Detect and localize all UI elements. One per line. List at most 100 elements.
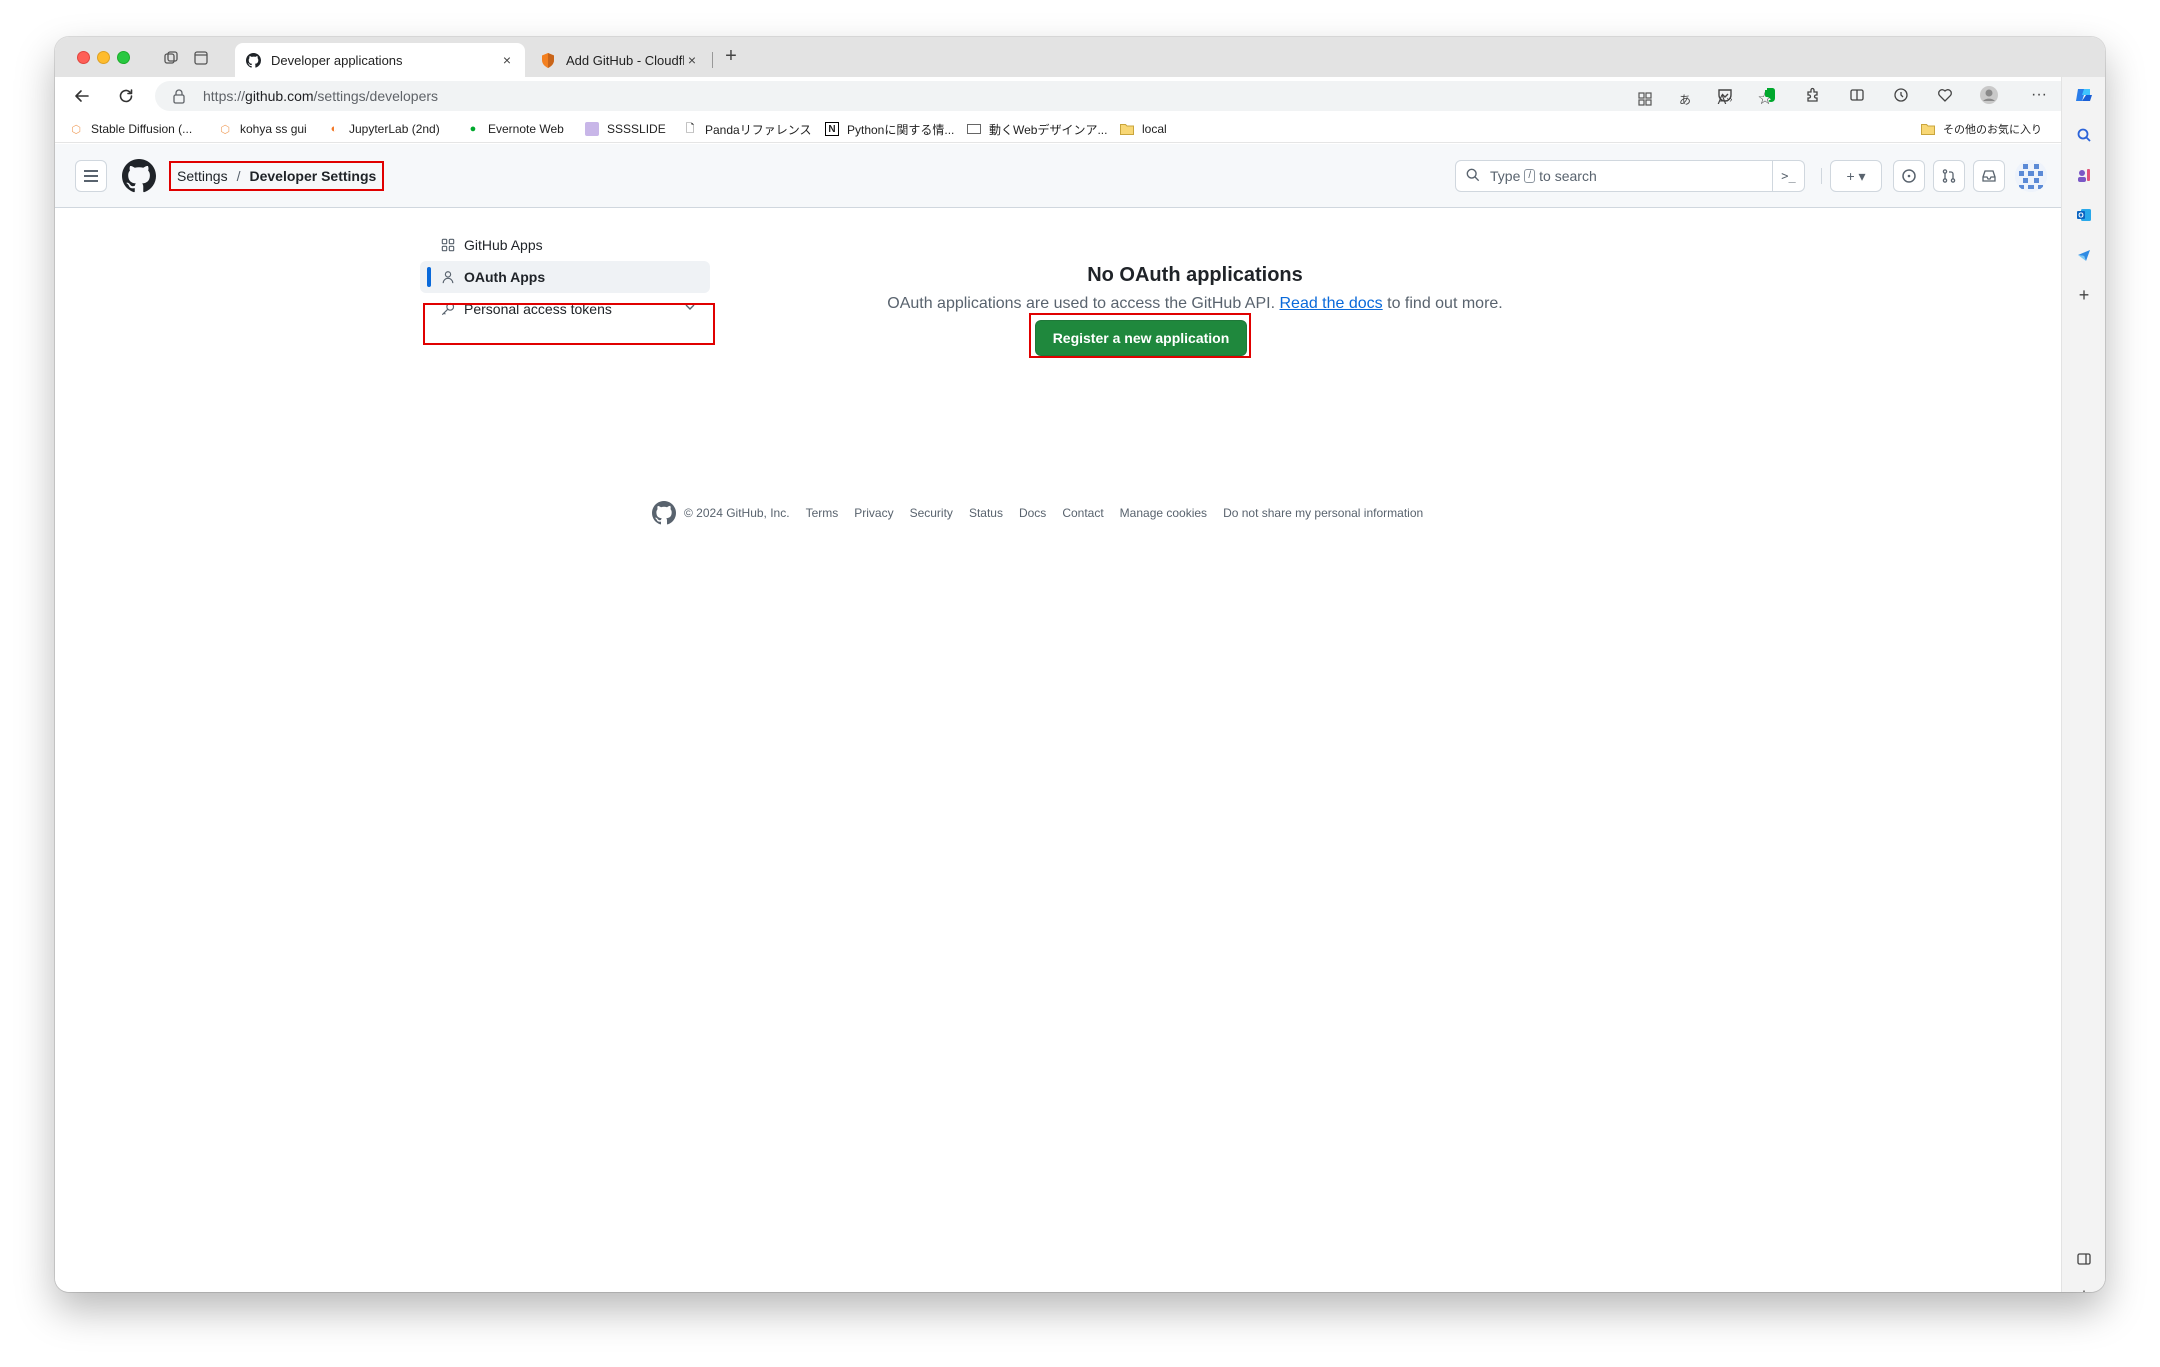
search-input[interactable]: Type / to search >_ [1455, 160, 1805, 192]
reload-button[interactable] [113, 83, 139, 109]
drop-icon[interactable] [2074, 245, 2094, 265]
nav-github-apps[interactable]: GitHub Apps [420, 229, 710, 261]
bookmark-python-info[interactable]: N Pythonに関する情... [825, 120, 954, 138]
command-palette-icon[interactable]: >_ [1772, 161, 1804, 191]
search-icon[interactable] [2074, 125, 2094, 145]
cube-icon: ⬡ [71, 123, 81, 136]
tab-actions-icon[interactable] [191, 48, 211, 68]
evernote-extension-icon[interactable] [1759, 85, 1779, 105]
tab-title: Add GitHub - Cloudflare One [566, 52, 684, 68]
pull-requests-icon[interactable] [1933, 160, 1965, 192]
notion-icon: N [825, 122, 839, 136]
footer-link-privacy[interactable]: Privacy [854, 506, 893, 520]
avatar[interactable] [2015, 160, 2047, 192]
maximize-window-button[interactable] [117, 51, 130, 64]
sidebar-settings-gear-icon[interactable] [2074, 1287, 2094, 1292]
translate-icon[interactable]: あ [1675, 89, 1695, 109]
footer-link-status[interactable]: Status [969, 506, 1003, 520]
browser-window: Developer applications × Add GitHub - Cl… [55, 37, 2105, 1292]
github-page: Settings / Developer Settings Type / to … [55, 144, 2061, 1292]
bookmark-stable-diffusion[interactable]: ⬡ Stable Diffusion (... [69, 120, 192, 138]
cloudflare-shield-icon [540, 52, 556, 68]
header-divider [1821, 168, 1822, 184]
inbox-icon[interactable] [1973, 160, 2005, 192]
url-text[interactable]: https://github.com/settings/developers [203, 88, 438, 104]
footer-link-terms[interactable]: Terms [806, 506, 839, 520]
bookmark-local-folder[interactable]: local [1120, 120, 1167, 138]
bookmark-jupyterlab[interactable]: ◐ JupyterLab (2nd) [327, 120, 440, 138]
chevron-down-icon[interactable] [684, 301, 696, 316]
pocket-icon[interactable] [1715, 85, 1735, 105]
site-icon [967, 124, 981, 134]
close-window-button[interactable] [77, 51, 90, 64]
breadcrumb-developer-settings[interactable]: Developer Settings [249, 168, 376, 184]
bookmark-web-design[interactable]: 動くWebデザインア... [967, 120, 1107, 138]
hide-sidebar-icon[interactable] [2074, 1249, 2094, 1269]
bookmarks-bar: ⬡ Stable Diffusion (... ⬡ kohya ss gui ◐ Ju… [55, 115, 2061, 143]
tab-strip: Developer applications × Add GitHub - Cl… [55, 37, 2105, 77]
tab-divider [712, 52, 713, 68]
history-icon[interactable] [1891, 85, 1911, 105]
nav-oauth-apps[interactable]: OAuth Apps [420, 261, 710, 293]
create-new-button[interactable]: + ▾ [1830, 160, 1882, 192]
tab-add-github-cloudflare[interactable]: Add GitHub - Cloudflare One × [530, 43, 710, 77]
github-header: Settings / Developer Settings Type / to … [55, 144, 2061, 208]
workspaces-icon[interactable] [161, 48, 181, 68]
issues-icon[interactable] [1893, 160, 1925, 192]
copilot-icon[interactable] [2074, 85, 2094, 105]
empty-state-description: OAuth applications are used to access th… [887, 295, 1503, 312]
bookmark-kohya-ss-gui[interactable]: ⬡ kohya ss gui [218, 120, 307, 138]
bookmark-ssssslide[interactable]: SSSSLIDE [585, 120, 666, 138]
breadcrumb-settings-link[interactable]: Settings [177, 168, 228, 184]
nav-personal-access-tokens[interactable]: Personal access tokens [420, 293, 710, 325]
cube-icon: ⬡ [220, 123, 230, 136]
footer: © 2024 GitHub, Inc. Terms Privacy Securi… [652, 500, 1423, 526]
evernote-icon: ● [469, 123, 477, 135]
bookmark-evernote-web[interactable]: ● Evernote Web [466, 120, 564, 138]
footer-link-do-not-share[interactable]: Do not share my personal information [1223, 506, 1423, 520]
slide-icon [585, 122, 599, 136]
more-menu-icon[interactable]: ··· [2029, 85, 2049, 105]
footer-link-security[interactable]: Security [910, 506, 953, 520]
add-sidebar-app-icon[interactable]: + [2074, 285, 2094, 305]
footer-link-contact[interactable]: Contact [1062, 506, 1103, 520]
lock-icon[interactable] [172, 88, 188, 104]
github-logo-icon[interactable] [122, 159, 156, 193]
new-tab-button[interactable]: + [720, 46, 742, 68]
github-footer-logo-icon[interactable] [652, 501, 676, 525]
app-available-icon[interactable] [1635, 89, 1655, 109]
developer-settings-nav: GitHub Apps OAuth Apps Personal access t… [420, 229, 710, 325]
page-icon: 🗋 [685, 122, 695, 135]
empty-state-heading: No OAuth applications [1087, 264, 1303, 286]
read-the-docs-link[interactable]: Read the docs [1279, 295, 1382, 312]
address-bar[interactable]: https://github.com/settings/developers あ… [155, 81, 2090, 111]
register-new-application-button[interactable]: Register a new application [1035, 320, 1247, 356]
bookmark-pandas-reference[interactable]: 🗋 Pandaリファレンス [683, 120, 812, 138]
breadcrumb: Settings / Developer Settings [169, 161, 385, 191]
navigation-bar: https://github.com/settings/developers あ… [55, 77, 2105, 115]
extensions-puzzle-icon[interactable] [1803, 85, 1823, 105]
key-icon [440, 301, 456, 317]
profile-icon[interactable] [1979, 85, 1999, 105]
menu-hamburger-icon[interactable] [75, 160, 107, 192]
slash-key-hint: / [1524, 169, 1536, 183]
folder-icon [1921, 122, 1935, 136]
empty-state: No OAuth applications OAuth applications… [815, 264, 1575, 313]
split-screen-icon[interactable] [1847, 85, 1867, 105]
tools-icon[interactable] [2074, 165, 2094, 185]
jupyter-icon: ◐ [330, 123, 338, 135]
svg-text:O: O [2078, 213, 2084, 220]
tab-developer-applications[interactable]: Developer applications × [235, 43, 525, 77]
close-tab-icon[interactable]: × [499, 52, 515, 68]
outlook-icon[interactable]: O [2074, 205, 2094, 225]
footer-link-manage-cookies[interactable]: Manage cookies [1120, 506, 1207, 520]
github-favicon-icon [245, 52, 261, 68]
apps-icon [440, 237, 456, 253]
close-tab-icon[interactable]: × [684, 52, 700, 68]
back-button[interactable] [69, 83, 95, 109]
minimize-window-button[interactable] [97, 51, 110, 64]
performance-heart-icon[interactable] [1935, 85, 1955, 105]
footer-link-docs[interactable]: Docs [1019, 506, 1046, 520]
breadcrumb-separator: / [236, 168, 241, 184]
other-favorites-folder[interactable]: その他のお気に入り [1921, 120, 2042, 138]
